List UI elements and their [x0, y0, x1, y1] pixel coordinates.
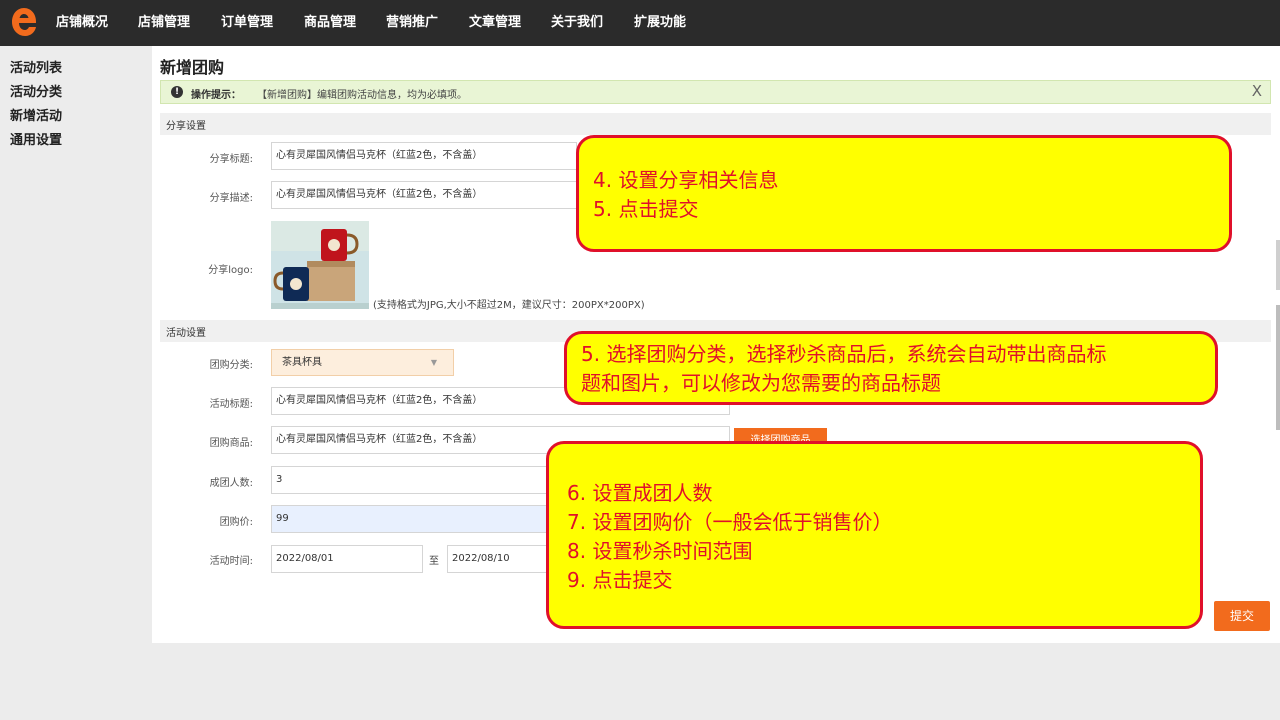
- sidebar-item-activity-category[interactable]: 活动分类: [10, 81, 62, 100]
- page-title: 新增团购: [160, 58, 225, 77]
- share-desc-input[interactable]: 心有灵犀国风情侣马克杯（红蓝2色，不含盖）: [271, 181, 577, 209]
- nav-item-products[interactable]: 商品管理: [304, 0, 356, 46]
- logo-hint-text: (支持格式为JPG,大小不超过2M，建议尺寸：200PX*200PX): [373, 300, 645, 311]
- annotation-callout-pricing: 6. 设置成团人数 7. 设置团购价（一般会低于销售价） 8. 设置秒杀时间范围…: [546, 441, 1203, 629]
- close-icon[interactable]: X: [1252, 82, 1262, 100]
- scrollbar-mark: [1276, 240, 1280, 290]
- group-price-input[interactable]: 99: [271, 505, 561, 533]
- brand-logo-icon[interactable]: [8, 6, 40, 38]
- page-footer-area: [0, 643, 1280, 720]
- tip-bar: ! 操作提示： 【新增团购】编辑团购活动信息，均为必填项。 X: [160, 80, 1271, 104]
- activity-title-label: 活动标题:: [209, 399, 253, 410]
- share-title-label: 分享标题:: [209, 154, 253, 165]
- annotation-callout-share: 4. 设置分享相关信息 5. 点击提交: [576, 135, 1232, 252]
- share-title-input[interactable]: 心有灵犀国风情侣马克杯（红蓝2色，不含盖）: [271, 142, 577, 170]
- group-price-label: 团购价:: [219, 517, 253, 528]
- mug-product-image: [271, 221, 369, 309]
- share-logo-label: 分享logo:: [208, 265, 253, 276]
- chevron-down-icon: ▼: [430, 358, 437, 367]
- nav-item-store[interactable]: 店铺管理: [138, 0, 190, 46]
- category-select-value: 茶具杯具: [282, 357, 322, 368]
- section-title: 分享设置: [166, 121, 206, 132]
- annotation-callout-category: 5. 选择团购分类，选择秒杀商品后，系统会自动带出商品标 题和图片，可以修改为您…: [564, 331, 1218, 405]
- tip-label: 操作提示：: [191, 90, 241, 101]
- category-select[interactable]: 茶具杯具 ▼: [271, 349, 454, 376]
- nav-item-overview[interactable]: 店铺概况: [56, 0, 108, 46]
- info-icon: !: [171, 86, 183, 98]
- sidebar-item-new-activity[interactable]: 新增活动: [10, 105, 62, 124]
- section-title: 活动设置: [166, 328, 206, 339]
- start-date-input[interactable]: 2022/08/01: [271, 545, 423, 573]
- callout-line: 5. 点击提交: [593, 197, 699, 221]
- callout-line: 9. 点击提交: [567, 568, 673, 592]
- group-size-input[interactable]: 3: [271, 466, 561, 494]
- nav-item-orders[interactable]: 订单管理: [221, 0, 273, 46]
- callout-line: 8. 设置秒杀时间范围: [567, 539, 753, 563]
- callout-line: 5. 选择团购分类，选择秒杀商品后，系统会自动带出商品标: [581, 342, 1107, 366]
- end-date-input[interactable]: 2022/08/10: [447, 545, 557, 573]
- date-range-separator: 至: [429, 556, 439, 567]
- product-label: 团购商品:: [209, 438, 253, 449]
- sidebar-item-general-settings[interactable]: 通用设置: [10, 129, 62, 148]
- nav-item-marketing[interactable]: 营销推广: [386, 0, 438, 46]
- group-size-label: 成团人数:: [209, 478, 253, 489]
- share-logo-image[interactable]: [271, 221, 369, 309]
- callout-line: 7. 设置团购价（一般会低于销售价）: [567, 510, 893, 534]
- activity-time-label: 活动时间:: [209, 556, 253, 567]
- nav-item-extensions[interactable]: 扩展功能: [634, 0, 686, 46]
- tip-text: 【新增团购】编辑团购活动信息，均为必填项。: [257, 90, 467, 101]
- sidebar-item-activity-list[interactable]: 活动列表: [10, 57, 62, 76]
- submit-button[interactable]: 提交: [1214, 601, 1270, 631]
- nav-item-about[interactable]: 关于我们: [551, 0, 603, 46]
- nav-item-articles[interactable]: 文章管理: [469, 0, 521, 46]
- share-desc-label: 分享描述:: [209, 193, 253, 204]
- top-navbar: 店铺概况 店铺管理 订单管理 商品管理 营销推广 文章管理 关于我们 扩展功能: [0, 0, 1280, 46]
- callout-line: 题和图片，可以修改为您需要的商品标题: [581, 371, 941, 395]
- callout-line: 6. 设置成团人数: [567, 481, 713, 505]
- callout-line: 4. 设置分享相关信息: [593, 168, 779, 192]
- category-label: 团购分类:: [209, 360, 253, 371]
- scrollbar-thumb[interactable]: [1276, 305, 1280, 430]
- share-section-header: 分享设置: [160, 113, 1271, 135]
